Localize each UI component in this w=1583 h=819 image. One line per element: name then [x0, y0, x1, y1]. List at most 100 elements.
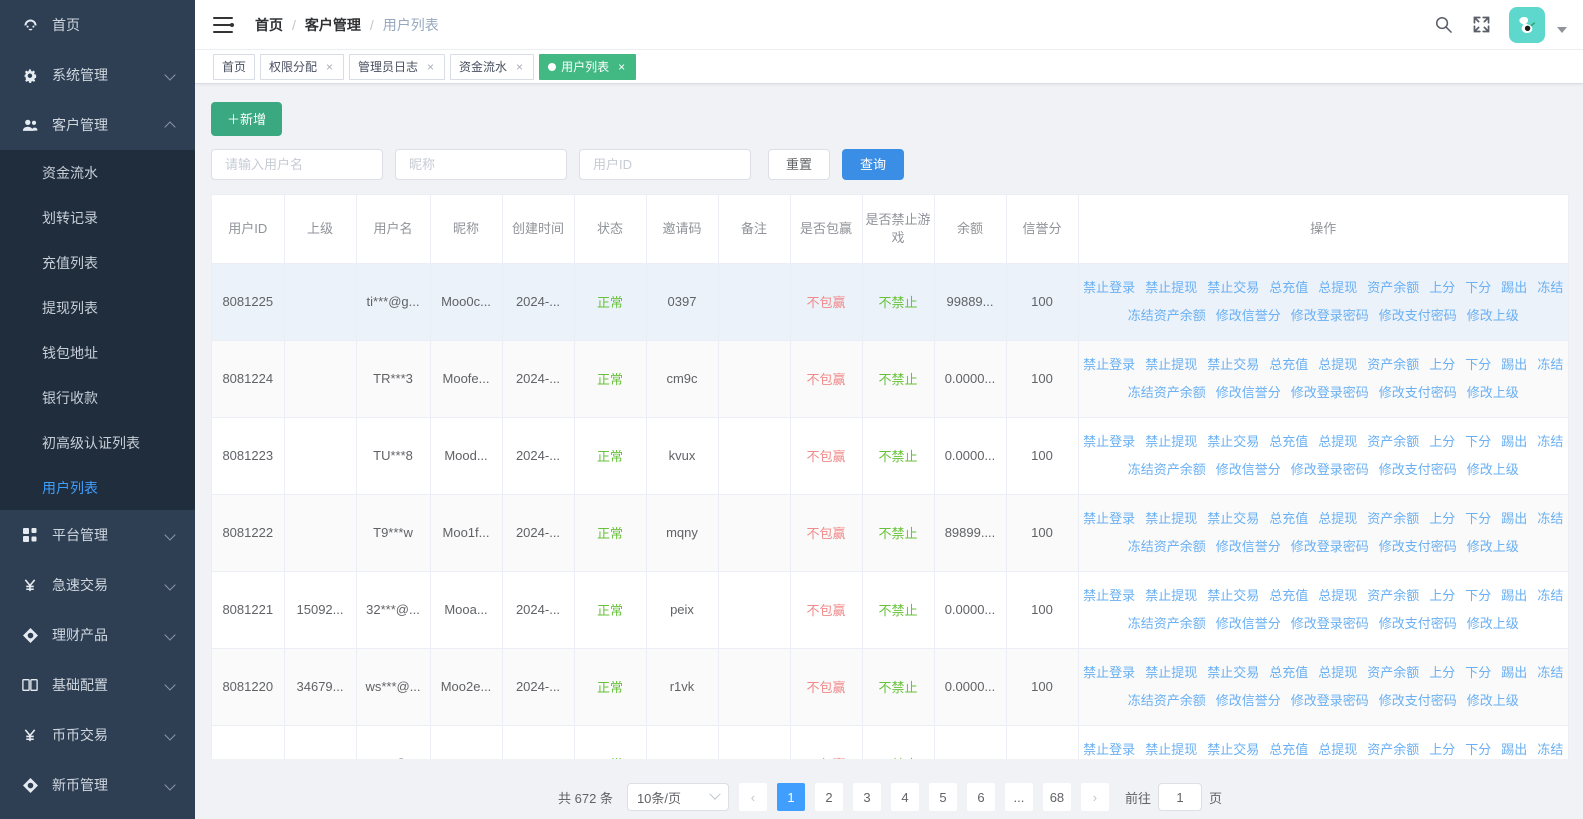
op-link-6[interactable]: 资产余额 [1367, 428, 1419, 456]
username-input[interactable] [211, 149, 383, 180]
op-link-2[interactable]: 禁止提现 [1145, 351, 1197, 379]
op-link-14[interactable]: 修改支付密码 [1379, 687, 1457, 715]
op-link-3[interactable]: 禁止交易 [1207, 736, 1259, 760]
op-link-7[interactable]: 上分 [1429, 351, 1455, 379]
fullscreen-icon[interactable] [1471, 15, 1491, 35]
op-link-10[interactable]: 冻结 [1537, 428, 1563, 456]
pagination-page-3[interactable]: 3 [853, 783, 881, 811]
op-link-12[interactable]: 修改信誉分 [1216, 302, 1281, 330]
op-link-3[interactable]: 禁止交易 [1207, 659, 1259, 687]
op-link-13[interactable]: 修改登录密码 [1291, 687, 1369, 715]
op-link-9[interactable]: 踢出 [1501, 428, 1527, 456]
op-link-1[interactable]: 禁止登录 [1083, 582, 1135, 610]
add-button[interactable]: ＋新增 [211, 102, 282, 136]
sidebar-subitem-kyc-list[interactable]: 初高级认证列表 [0, 420, 195, 465]
op-link-2[interactable]: 禁止提现 [1145, 274, 1197, 302]
op-link-8[interactable]: 下分 [1465, 659, 1491, 687]
op-link-13[interactable]: 修改登录密码 [1291, 610, 1369, 638]
pagination-page-5[interactable]: 5 [929, 783, 957, 811]
pagination-page-1[interactable]: 1 [777, 783, 805, 811]
sidebar-item-coin-trade[interactable]: 币币交易 [0, 710, 195, 760]
sidebar-item-customer[interactable]: 客户管理 [0, 100, 195, 150]
breadcrumb-item-home[interactable]: 首页 [255, 15, 283, 35]
op-link-1[interactable]: 禁止登录 [1083, 736, 1135, 760]
reset-button[interactable]: 重置 [768, 149, 830, 180]
op-link-3[interactable]: 禁止交易 [1207, 582, 1259, 610]
op-link-5[interactable]: 总提现 [1318, 505, 1357, 533]
op-link-14[interactable]: 修改支付密码 [1379, 456, 1457, 484]
op-link-10[interactable]: 冻结 [1537, 274, 1563, 302]
tab-funds-flow[interactable]: 资金流水 × [450, 54, 534, 80]
op-link-6[interactable]: 资产余额 [1367, 582, 1419, 610]
op-link-11[interactable]: 冻结资产余额 [1128, 302, 1206, 330]
sidebar-subitem-withdraw-list[interactable]: 提现列表 [0, 285, 195, 330]
sidebar-subitem-recharge-list[interactable]: 充值列表 [0, 240, 195, 285]
pagination-page-4[interactable]: 4 [891, 783, 919, 811]
sidebar-item-fast-trade[interactable]: 急速交易 [0, 560, 195, 610]
op-link-13[interactable]: 修改登录密码 [1291, 302, 1369, 330]
op-link-1[interactable]: 禁止登录 [1083, 505, 1135, 533]
op-link-2[interactable]: 禁止提现 [1145, 659, 1197, 687]
op-link-2[interactable]: 禁止提现 [1145, 582, 1197, 610]
op-link-5[interactable]: 总提现 [1318, 582, 1357, 610]
op-link-10[interactable]: 冻结 [1537, 351, 1563, 379]
op-link-7[interactable]: 上分 [1429, 274, 1455, 302]
op-link-12[interactable]: 修改信誉分 [1216, 379, 1281, 407]
op-link-5[interactable]: 总提现 [1318, 428, 1357, 456]
sidebar-item-wealth-product[interactable]: 理财产品 [0, 610, 195, 660]
pagination-page-last[interactable]: 68 [1043, 783, 1071, 811]
op-link-12[interactable]: 修改信誉分 [1216, 687, 1281, 715]
op-link-12[interactable]: 修改信誉分 [1216, 456, 1281, 484]
op-link-1[interactable]: 禁止登录 [1083, 428, 1135, 456]
op-link-8[interactable]: 下分 [1465, 274, 1491, 302]
op-link-3[interactable]: 禁止交易 [1207, 274, 1259, 302]
op-link-4[interactable]: 总充值 [1269, 351, 1308, 379]
op-link-2[interactable]: 禁止提现 [1145, 736, 1197, 760]
op-link-9[interactable]: 踢出 [1501, 582, 1527, 610]
op-link-14[interactable]: 修改支付密码 [1379, 610, 1457, 638]
op-link-8[interactable]: 下分 [1465, 351, 1491, 379]
op-link-13[interactable]: 修改登录密码 [1291, 379, 1369, 407]
pagination-next[interactable]: › [1081, 783, 1109, 811]
tab-user-list[interactable]: 用户列表 × [539, 54, 636, 80]
table-row[interactable]: 808122034679...ws***@...Moo2e...2024-...… [212, 648, 1568, 725]
op-link-5[interactable]: 总提现 [1318, 274, 1357, 302]
op-link-8[interactable]: 下分 [1465, 428, 1491, 456]
op-link-14[interactable]: 修改支付密码 [1379, 533, 1457, 561]
op-link-15[interactable]: 修改上级 [1467, 610, 1519, 638]
tab-admin-log[interactable]: 管理员日志 × [349, 54, 445, 80]
op-link-3[interactable]: 禁止交易 [1207, 428, 1259, 456]
search-icon[interactable] [1433, 15, 1453, 35]
sidebar-item-system[interactable]: 系统管理 [0, 50, 195, 100]
op-link-1[interactable]: 禁止登录 [1083, 274, 1135, 302]
sidebar-item-platform[interactable]: 平台管理 [0, 510, 195, 560]
op-link-9[interactable]: 踢出 [1501, 351, 1527, 379]
op-link-1[interactable]: 禁止登录 [1083, 351, 1135, 379]
op-link-10[interactable]: 冻结 [1537, 659, 1563, 687]
op-link-10[interactable]: 冻结 [1537, 582, 1563, 610]
caret-down-icon[interactable] [1557, 27, 1567, 33]
table-row[interactable]: 8081224TR***3Moofe...2024-...正常cm9c不包赢不禁… [212, 340, 1568, 417]
op-link-11[interactable]: 冻结资产余额 [1128, 610, 1206, 638]
op-link-6[interactable]: 资产余额 [1367, 736, 1419, 760]
op-link-13[interactable]: 修改登录密码 [1291, 533, 1369, 561]
op-link-11[interactable]: 冻结资产余额 [1128, 456, 1206, 484]
op-link-6[interactable]: 资产余额 [1367, 351, 1419, 379]
page-size-select[interactable]: 10条/页 [627, 783, 729, 811]
sidebar-item-new-coin[interactable]: 新币管理 [0, 760, 195, 810]
op-link-9[interactable]: 踢出 [1501, 659, 1527, 687]
op-link-11[interactable]: 冻结资产余额 [1128, 379, 1206, 407]
op-link-4[interactable]: 总充值 [1269, 736, 1308, 760]
op-link-13[interactable]: 修改登录密码 [1291, 456, 1369, 484]
op-link-3[interactable]: 禁止交易 [1207, 351, 1259, 379]
op-link-5[interactable]: 总提现 [1318, 736, 1357, 760]
jump-input[interactable] [1158, 783, 1202, 811]
op-link-4[interactable]: 总充值 [1269, 428, 1308, 456]
op-link-4[interactable]: 总充值 [1269, 659, 1308, 687]
op-link-6[interactable]: 资产余额 [1367, 505, 1419, 533]
breadcrumb-item-customer[interactable]: 客户管理 [305, 15, 361, 35]
sidebar-subitem-funds-flow[interactable]: 资金流水 [0, 150, 195, 195]
sidebar-subitem-wallet-address[interactable]: 钱包地址 [0, 330, 195, 375]
op-link-10[interactable]: 冻结 [1537, 736, 1563, 760]
sidebar-subitem-user-list[interactable]: 用户列表 [0, 465, 195, 510]
